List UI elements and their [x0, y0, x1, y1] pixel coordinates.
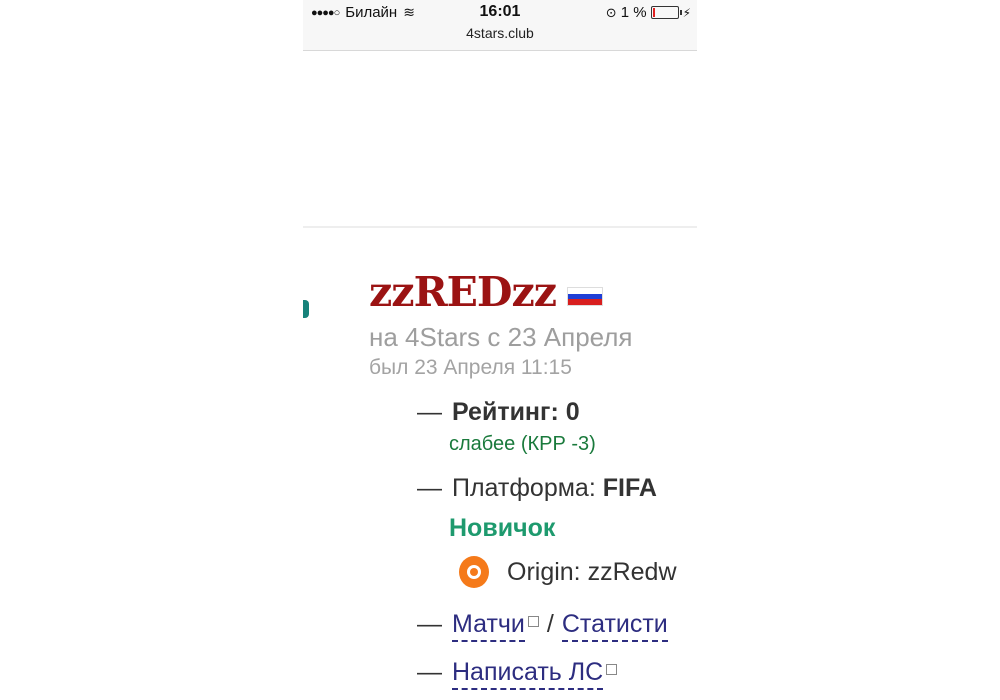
battery-percent: 1 %	[620, 4, 647, 21]
write-message-link[interactable]: Написать ЛС	[452, 658, 604, 690]
status-bar: ●●●●○ Билайн ≋ 16:01 ⊙ 1 % ⚡ 4stars.club	[303, 0, 697, 51]
battery-icon	[650, 6, 682, 19]
avatar-edge	[303, 300, 309, 318]
stats-link[interactable]: Статисти	[561, 610, 668, 642]
separator: /	[546, 610, 554, 638]
last-seen: был 23 Апреля 11:15	[369, 356, 572, 379]
rating-note: слабее (КРР -3)	[449, 433, 596, 455]
dash: —	[417, 658, 442, 686]
external-link-icon	[527, 616, 539, 627]
origin-account: Origin: zzRedw	[507, 558, 677, 586]
divider	[303, 226, 697, 228]
origin-icon	[459, 556, 489, 588]
platform-row: — Платформа: FIFA	[417, 474, 657, 503]
phone-screen: ●●●●○ Билайн ≋ 16:01 ⊙ 1 % ⚡ 4stars.club…	[303, 0, 697, 700]
external-link-icon	[606, 664, 618, 675]
level-badge: Новичок	[449, 514, 556, 542]
message-row: — Написать ЛС	[417, 658, 618, 690]
platform-value: FIFA	[602, 474, 657, 502]
rotation-lock-icon: ⊙	[605, 4, 617, 20]
links-row: — Матчи / Статисти	[417, 610, 668, 642]
dash: —	[417, 398, 442, 426]
russia-flag-icon	[567, 287, 603, 306]
dash: —	[417, 610, 442, 638]
platform-label: Платформа:	[452, 474, 596, 502]
rating-row: — Рейтинг: 0	[417, 398, 580, 427]
profile-username: zzREDzz	[369, 268, 557, 316]
dash: —	[417, 474, 442, 502]
rating-label: Рейтинг: 0	[452, 398, 580, 426]
matches-link[interactable]: Матчи	[452, 610, 525, 642]
address-bar[interactable]: 4stars.club	[303, 25, 697, 41]
member-since: на 4Stars с 23 Апреля	[369, 322, 633, 352]
charging-icon: ⚡	[682, 5, 691, 20]
status-right: ⊙ 1 % ⚡	[606, 4, 691, 21]
